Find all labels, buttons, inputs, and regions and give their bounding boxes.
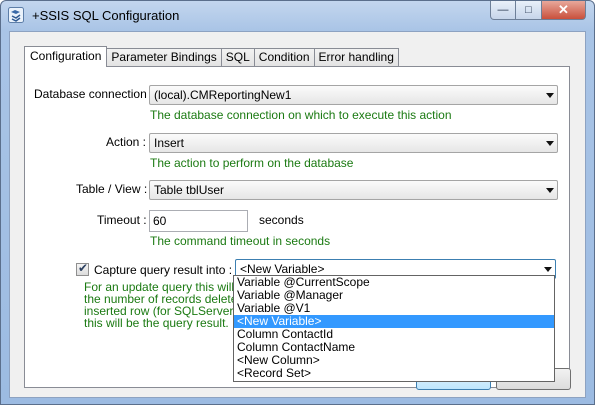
chevron-down-icon <box>546 141 554 146</box>
capture-target-value: <New Variable> <box>240 262 325 276</box>
tab-configuration[interactable]: Configuration <box>24 46 108 67</box>
tab-error-handling[interactable]: Error handling <box>313 48 399 66</box>
table-view-value: Table tblUser <box>154 183 225 197</box>
window-title: +SSIS SQL Configuration <box>32 8 180 23</box>
tab-condition[interactable]: Condition <box>253 48 315 66</box>
action-help: The action to perform on the database <box>150 156 354 170</box>
capture-help-line-4: this will be the query result. <box>84 316 229 330</box>
maximize-button[interactable]: □ <box>516 1 542 20</box>
database-connection-label: Database connection : <box>34 87 154 101</box>
action-value: Insert <box>154 136 185 150</box>
capture-label: Capture query result into : <box>94 263 233 277</box>
minimize-button[interactable]: — <box>490 1 516 20</box>
table-view-select[interactable]: Table tblUser <box>149 180 558 200</box>
checkmark-icon: ✔ <box>78 261 89 275</box>
action-label: Action : <box>106 135 147 149</box>
chevron-down-icon <box>546 188 554 193</box>
timeout-input[interactable] <box>149 210 248 232</box>
timeout-help: The command timeout in seconds <box>150 234 331 248</box>
close-button[interactable]: ✕ <box>542 1 586 20</box>
timeout-unit: seconds <box>259 213 304 227</box>
timeout-label: Timeout : <box>97 213 147 227</box>
tab-sql[interactable]: SQL <box>220 48 255 66</box>
title-bar[interactable]: +SSIS SQL Configuration — □ ✕ <box>1 1 594 31</box>
window-controls: — □ ✕ <box>490 1 586 21</box>
ssis-app-icon <box>8 7 24 23</box>
database-connection-select[interactable]: (local).CMReportingNew1 <box>149 85 558 105</box>
chevron-down-icon <box>544 267 552 272</box>
capture-target-dropdown-list[interactable]: Variable @CurrentScope Variable @Manager… <box>233 275 555 382</box>
tab-parameter-bindings[interactable]: Parameter Bindings <box>106 48 222 66</box>
table-view-label: Table / View : <box>76 182 148 196</box>
database-connection-help: The database connection on which to exec… <box>150 108 452 122</box>
chevron-down-icon <box>546 93 554 98</box>
action-select[interactable]: Insert <box>149 133 558 153</box>
tab-strip: Configuration Parameter Bindings SQL Con… <box>24 46 399 67</box>
capture-checkbox[interactable]: ✔ <box>76 261 89 276</box>
database-connection-value: (local).CMReportingNew1 <box>154 88 292 102</box>
dropdown-option[interactable]: <Record Set> <box>234 367 554 380</box>
